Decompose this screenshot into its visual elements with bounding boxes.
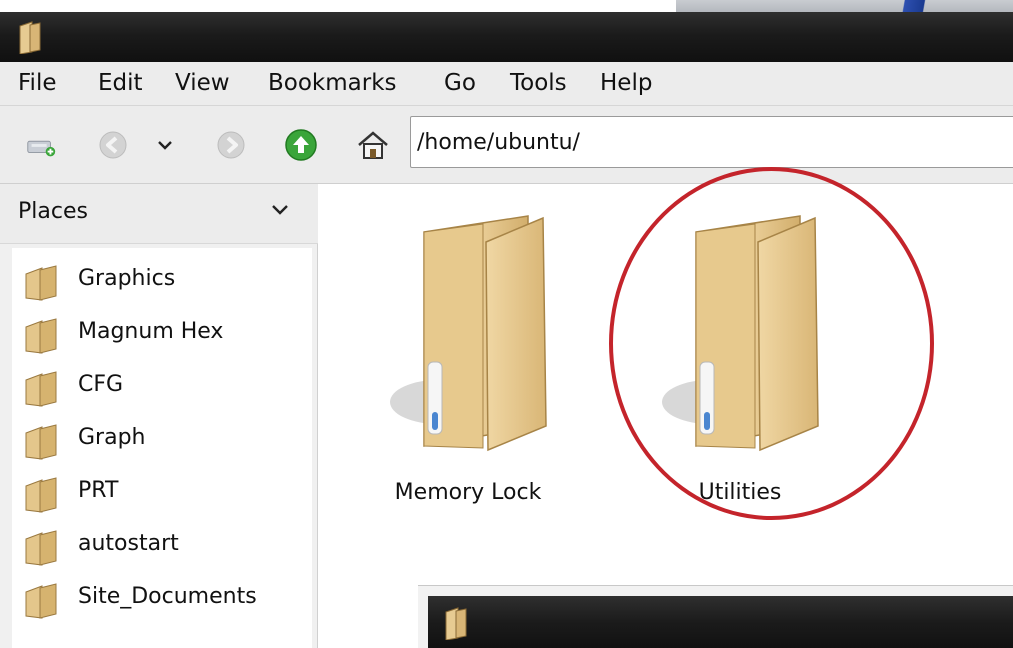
chevron-down-icon[interactable] [270,202,290,221]
folder-icon [22,313,62,359]
sidebar-item-autostart[interactable]: autostart [12,521,312,571]
menu-view[interactable]: View [175,70,230,96]
back-icon[interactable] [96,128,130,162]
folder-app-icon [18,20,42,58]
folder-icon [390,215,547,452]
address-bar[interactable] [410,116,1013,168]
second-window-titlebar[interactable] [428,596,1013,648]
folder-icon [22,525,62,571]
folder-icon [22,366,62,412]
menu-file[interactable]: File [18,70,57,96]
sidebar-item-label: Graphics [78,266,176,291]
folder-app-icon [444,606,468,644]
new-tab-icon[interactable] [24,128,58,162]
sidebar-item-label: autostart [78,531,179,556]
folder-icon [22,578,62,624]
sidebar-item-prt[interactable]: PRT [12,468,312,518]
menu-edit[interactable]: Edit [98,70,143,96]
menu-tools[interactable]: Tools [510,70,567,96]
folder-memory-lock[interactable]: Memory Lock [358,202,578,512]
menu-bookmarks[interactable]: Bookmarks [268,70,397,96]
sidebar-item-label: PRT [78,478,119,503]
sidebar-item-label: Graph [78,425,146,450]
folder-icon [22,472,62,518]
sidebar: Places Graphics Magnum Hex CFG Graph PRT… [0,184,318,648]
places-title: Places [18,199,88,224]
places-header[interactable]: Places [0,184,318,244]
home-icon[interactable] [356,128,390,162]
desktop-wallpaper-corner [676,0,1013,12]
file-name: Memory Lock [394,480,542,505]
history-dropdown-icon[interactable] [148,128,182,162]
folder-utilities[interactable]: Utilities [630,202,850,512]
places-list: Graphics Magnum Hex CFG Graph PRT autost… [12,248,312,648]
folder-icon [22,419,62,465]
menu-go[interactable]: Go [444,70,476,96]
menu-help[interactable]: Help [600,70,652,96]
sidebar-item-label: CFG [78,372,124,397]
sidebar-item-site-documents[interactable]: Site_Documents [12,574,312,624]
sidebar-item-label: Magnum Hex [78,319,224,344]
sidebar-item-graphics[interactable]: Graphics [12,256,312,306]
sidebar-item-magnum-hex[interactable]: Magnum Hex [12,309,312,359]
menu-bar: File Edit View Bookmarks Go Tools Help [0,62,1013,106]
forward-icon[interactable] [214,128,248,162]
address-input[interactable] [417,123,1007,161]
up-folder-icon[interactable] [284,128,318,162]
folder-icon [662,215,819,452]
file-name: Utilities [698,480,782,505]
sidebar-item-cfg[interactable]: CFG [12,362,312,412]
sidebar-item-graph[interactable]: Graph [12,415,312,465]
sidebar-item-label: Site_Documents [78,584,257,609]
folder-icon [22,260,62,306]
file-view: Memory Lock Utilities [318,184,1013,648]
window-titlebar[interactable] [0,12,1013,62]
second-window [418,585,1013,648]
